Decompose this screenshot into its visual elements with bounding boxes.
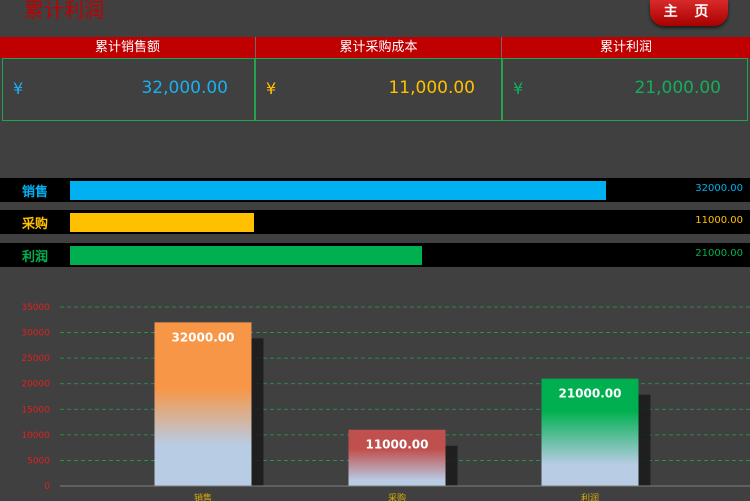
bar-sales	[154, 322, 252, 486]
y-tick-label: 20000	[21, 380, 50, 390]
progress-bar	[70, 181, 607, 200]
progress-value: 11000.00	[695, 215, 743, 226]
column-chart: 0 5000 10000 15000 20000 25000 30000 35000 3200…	[21, 303, 750, 501]
y-tick-label: 30000	[21, 329, 50, 339]
progress-bar	[70, 246, 422, 265]
home-button[interactable]: 主 页	[650, 0, 728, 26]
kpi-card-profit: ¥ 21,000.00	[502, 58, 748, 121]
kpi-value-profit: 21,000.00	[634, 78, 721, 98]
x-tick-label: 利润	[581, 492, 599, 501]
y-tick-label: 0	[44, 482, 50, 492]
y-tick-label: 15000	[21, 405, 50, 415]
progress-value: 32000.00	[695, 183, 743, 194]
kpi-header-sales: 累计销售额	[0, 37, 256, 58]
progress-value: 21000.00	[695, 248, 743, 259]
data-label: 11000.00	[365, 438, 428, 452]
y-tick-label: 5000	[27, 456, 50, 466]
x-tick-label: 采购	[388, 492, 406, 501]
data-label: 21000.00	[558, 387, 621, 401]
progress-row-profit: 利润 21000.00	[0, 243, 750, 267]
y-tick-label: 10000	[21, 431, 50, 441]
data-label: 32000.00	[171, 330, 234, 344]
currency-symbol: ¥	[513, 79, 524, 98]
kpi-card-sales: ¥ 32,000.00	[2, 58, 255, 121]
progress-row-sales: 销售 32000.00	[0, 178, 750, 202]
y-tick-label: 35000	[21, 303, 50, 313]
y-tick-label: 25000	[21, 354, 50, 364]
progress-label: 销售	[22, 185, 49, 200]
page-title: 累计利润	[24, 0, 104, 22]
kpi-header-purchase: 累计采购成本	[256, 37, 502, 58]
kpi-header-profit: 累计利润	[502, 37, 750, 58]
progress-row-purchase: 采购 11000.00	[0, 210, 750, 234]
progress-label: 利润	[22, 250, 49, 265]
currency-symbol: ¥	[13, 79, 24, 98]
currency-symbol: ¥	[266, 79, 277, 98]
x-tick-label: 销售	[194, 492, 212, 501]
kpi-value-sales: 32,000.00	[141, 78, 228, 98]
progress-bar	[70, 213, 255, 232]
kpi-value-purchase: 11,000.00	[388, 78, 475, 98]
kpi-card-purchase: ¥ 11,000.00	[255, 58, 502, 121]
progress-label: 采购	[22, 217, 49, 232]
